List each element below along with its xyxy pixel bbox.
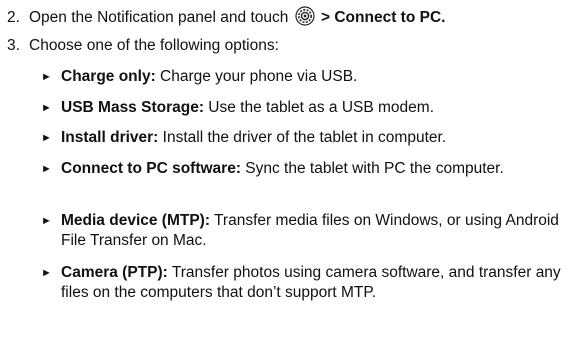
step-number: 3. <box>7 37 20 54</box>
option-title: Charge only: <box>61 68 156 85</box>
step-number: 2. <box>7 9 20 26</box>
option-text: Install driver: Install the driver of th… <box>61 128 573 148</box>
bullet-arrow-icon: ► <box>41 102 52 114</box>
bullet-arrow-icon: ► <box>41 267 52 279</box>
option-title: USB Mass Storage: <box>61 99 204 116</box>
bullet-arrow-icon: ► <box>41 71 52 83</box>
option-text: Media device (MTP): Transfer media files… <box>61 211 573 251</box>
option-text: Connect to PC software: Sync the tablet … <box>61 159 573 179</box>
bullet-arrow-icon: ► <box>41 132 52 144</box>
option-desc: Use the tablet as a USB modem. <box>203 99 435 116</box>
option-title: Connect to PC software: <box>61 160 241 177</box>
step-2: 2. Open the Notification panel and touch … <box>7 6 577 28</box>
step-trailing: . <box>441 9 446 26</box>
option-desc: Sync the tablet with PC the computer. <box>240 160 504 177</box>
bullet-arrow-icon: ► <box>41 215 52 227</box>
option-desc: Install the driver of the tablet in comp… <box>158 129 447 146</box>
step-3: 3. Choose one of the following options: <box>7 36 577 56</box>
option-text: Charge only: Charge your phone via USB. <box>61 67 573 87</box>
document-page: 2. Open the Notification panel and touch … <box>0 0 579 353</box>
option-text: USB Mass Storage: Use the tablet as a US… <box>61 98 573 118</box>
bullet-arrow-icon: ► <box>41 163 52 175</box>
settings-gear-icon <box>295 6 315 26</box>
option-title: Media device (MTP): <box>61 212 210 229</box>
connect-to-pc-path: > Connect to PC <box>316 9 442 26</box>
option-desc: Charge your phone via USB. <box>155 68 358 85</box>
option-title: Install driver: <box>61 129 159 146</box>
option-text: Camera (PTP): Transfer photos using came… <box>61 263 573 303</box>
option-title: Camera (PTP): <box>61 264 168 281</box>
step-text: Open the Notification panel and touch <box>29 9 289 26</box>
step-text: Choose one of the following options: <box>29 37 279 54</box>
